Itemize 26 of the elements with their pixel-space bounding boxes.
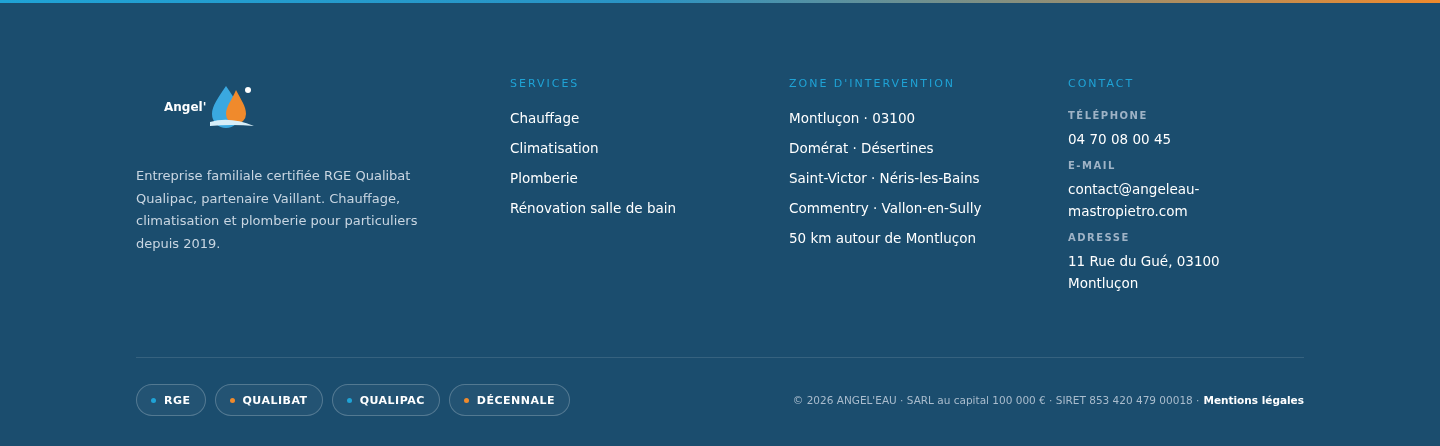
footer-link[interactable]: Commentry · Vallon-en-Sully [789,200,982,216]
contact-value: 11 Rue du Gué, 03100 Montluçon [1068,252,1221,293]
contact-label: TÉLÉPHONE [1068,110,1149,121]
contact-value: contact@angeleau-mastropietro.com [1068,180,1201,221]
certification-badge: QUALIBAT [214,384,323,416]
column-heading: SERVICES [510,77,581,90]
legal-link[interactable]: Mentions légales [1203,394,1304,406]
footer-link[interactable]: Climatisation [510,140,599,156]
copyright-text: © 2026 ANGEL'EAU · SARL au capital 100 000 € · SIRET 853 420 479 00018 · [792,394,1200,406]
certification-badge: RGE [136,384,206,416]
certification-badge: DÉCENNALE [448,384,570,416]
footer-link[interactable]: 50 km autour de Montluçon [789,230,976,246]
company-description: Entreprise familiale certifiée RGE Qualibat Qualipac, partenaire Vaillant. Chauffage, climatisation et plomberie pour particuliers depuis 2019. [136,167,419,253]
contact-label: ADRESSE [1068,232,1131,243]
footer-link[interactable]: Chauffage [510,110,580,126]
certification-badge: QUALIPAC [331,384,440,416]
footer-link[interactable]: Rénovation salle de bain [510,200,677,216]
contact-label: E-MAIL [1068,160,1117,171]
column-heading: CONTACT [1068,77,1136,90]
column-heading: ZONE D'INTERVENTION [789,77,957,90]
footer-link[interactable]: Montluçon · 03100 [789,110,916,126]
footer-link[interactable]: Plomberie [510,170,578,186]
contact-value: 04 70 08 00 45 [1068,130,1173,149]
logo-text: Angel' [164,100,207,114]
footer-link[interactable]: Domérat · Désertines [789,140,934,156]
footer-link[interactable]: Saint-Victor · Néris-les-Bains [789,170,980,186]
